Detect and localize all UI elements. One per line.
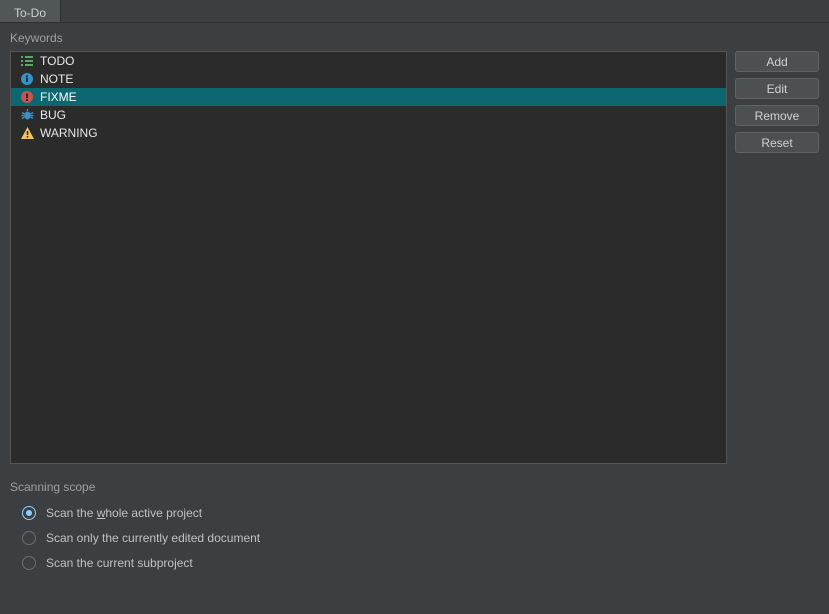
tabbar: To-Do — [0, 0, 829, 23]
edit-button[interactable]: Edit — [735, 78, 819, 99]
keywords-list[interactable]: TODO NOTE FIXME BUG WARNING — [10, 51, 727, 464]
scanning-scope-section: Scanning scope Scan the whole active pro… — [0, 468, 829, 579]
list-icon — [20, 54, 34, 68]
radio-icon — [22, 531, 36, 545]
keyword-row-warning[interactable]: WARNING — [11, 124, 726, 142]
scope-option-1[interactable]: Scan only the currently edited document — [10, 525, 819, 550]
radio-icon — [22, 556, 36, 570]
tab-todo[interactable]: To-Do — [0, 0, 61, 22]
error-icon — [20, 90, 34, 104]
scope-label: Scan the current subproject — [46, 556, 193, 570]
keywords-section: Keywords TODO NOTE FIXME — [0, 23, 829, 468]
keyword-row-fixme[interactable]: FIXME — [11, 88, 726, 106]
keyword-label: TODO — [40, 54, 74, 68]
keyword-label: BUG — [40, 108, 66, 122]
scope-option-2[interactable]: Scan the current subproject — [10, 550, 819, 575]
scope-label: Scan only the currently edited document — [46, 531, 260, 545]
keyword-row-todo[interactable]: TODO — [11, 52, 726, 70]
scope-option-0[interactable]: Scan the whole active project — [10, 500, 819, 525]
keyword-label: NOTE — [40, 72, 73, 86]
keyword-row-note[interactable]: NOTE — [11, 70, 726, 88]
keywords-title: Keywords — [10, 31, 819, 45]
add-button[interactable]: Add — [735, 51, 819, 72]
keyword-row-bug[interactable]: BUG — [11, 106, 726, 124]
keyword-label: FIXME — [40, 90, 77, 104]
keywords-buttons: Add Edit Remove Reset — [735, 51, 819, 464]
scanning-scope-title: Scanning scope — [10, 480, 819, 494]
bug-icon — [20, 108, 34, 122]
scope-label: Scan the whole active project — [46, 506, 202, 520]
keyword-label: WARNING — [40, 126, 98, 140]
radio-icon — [22, 506, 36, 520]
info-icon — [20, 72, 34, 86]
warning-icon — [20, 126, 34, 140]
reset-button[interactable]: Reset — [735, 132, 819, 153]
remove-button[interactable]: Remove — [735, 105, 819, 126]
